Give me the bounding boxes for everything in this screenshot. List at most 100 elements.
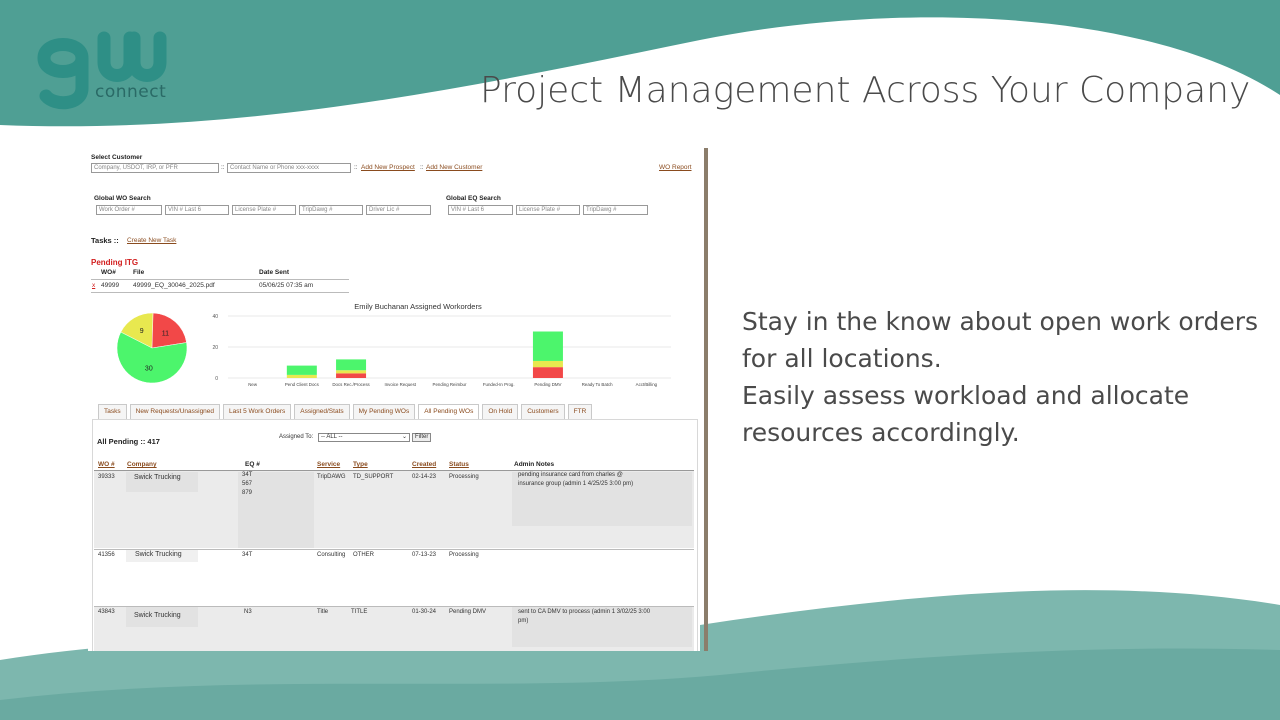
bar-segment [286,374,317,378]
itg-remove-link[interactable]: x [92,282,95,289]
add-new-customer-link[interactable]: Add New Customer [426,164,482,171]
add-new-prospect-link[interactable]: Add New Prospect [361,164,415,171]
x-tick-label: Acct/Billing [636,382,658,387]
pie-slice-label: 30 [145,366,153,373]
row-status: Pending DMV [449,609,487,615]
col-header-admin-notes: Admin Notes [514,461,555,468]
row-created: 01-30-24 [412,609,437,615]
row-company[interactable]: Swick Trucking [134,612,181,619]
row-wo-number[interactable]: 39333 [98,474,115,480]
itg-wo-number: 49999 [101,282,120,289]
bar-segment [532,360,563,368]
driver-lic-input[interactable]: Driver Lic # [366,205,431,215]
tab-all-pending-wos[interactable]: All Pending WOs [418,404,480,419]
itg-header-date: Date Sent [259,269,289,276]
col-header-status[interactable]: Status [449,461,469,468]
description-line: Easily assess workload and allocate [742,381,1190,410]
tab-assigned-stats[interactable]: Assigned/Stats [294,404,350,419]
separator: :: [221,164,225,171]
eq-tripdawg-input[interactable]: TripDawg # [583,205,648,215]
tab-ftr[interactable]: FTR [567,404,593,419]
wo-number-input[interactable]: Work Order # [96,205,162,215]
eq-vin-input[interactable]: VIN # Last 6 [448,205,513,215]
bar-segment [532,331,563,361]
row-created: 02-14-23 [412,474,437,480]
assigned-to-select[interactable]: -- ALL -- ⌄ [318,433,410,442]
description-line: for all locations. [742,344,942,373]
x-tick-label: Docs Rec./Process [332,382,370,387]
x-tick-label: New [248,382,258,387]
row-eq: N3 [244,609,252,615]
tripdawg-input[interactable]: TripDawg # [299,205,363,215]
pie-slice-label: 11 [162,330,169,337]
x-tick-label: Ready To Batch [582,382,613,387]
create-new-task-link[interactable]: Create New Task [127,237,176,244]
row-created: 07-13-23 [412,552,437,558]
row-type: TD_SUPPORT [353,474,394,480]
row-service: Title [317,609,329,615]
x-tick-label: Invoice Request [385,382,417,387]
x-tick-label: Funded-In Prog. [483,382,515,387]
col-header-wo[interactable]: WO # [98,461,115,468]
logo-subtitle: connect [95,82,167,102]
row-status: Processing [449,552,479,558]
row-eq: 567 [242,481,253,487]
bar-segment [336,373,367,378]
col-header-type[interactable]: Type [353,461,368,468]
itg-date-sent: 05/06/25 07:35 am [259,282,314,289]
itg-header-file: File [133,269,145,276]
col-header-service[interactable]: Service [317,461,340,468]
assigned-to-label: Assigned To: [279,434,314,440]
tab-customers[interactable]: Customers [521,404,565,419]
row-notes: pm) [518,618,529,624]
wo-report-link[interactable]: WO Report [659,164,692,171]
filter-button[interactable]: Filter [412,433,432,442]
y-tick-label: 20 [212,345,218,351]
row-type: OTHER [353,552,374,558]
app-screenshot: Select Customer Company, USDOT, IRP, or … [88,148,700,651]
tab-on-hold[interactable]: On Hold [482,404,519,419]
row-wo-number[interactable]: 43843 [98,609,115,615]
bar-segment [336,370,367,374]
col-header-created[interactable]: Created [412,461,436,468]
tab-last-5-work-orders[interactable]: Last 5 Work Orders [223,404,292,419]
row-status: Processing [449,474,479,480]
vin-input[interactable]: VIN # Last 6 [165,205,229,215]
bar-segment [336,359,367,371]
assigned-workorders-bar-chart: Emily Buchanan Assigned Workorders 40 20 0 N… [212,302,671,387]
col-header-eq: EQ # [245,461,260,468]
global-wo-search-label: Global WO Search [94,195,151,202]
company-search-input[interactable]: Company, USDOT, IRP, or PFR [91,163,219,173]
tab-tasks[interactable]: Tasks [98,404,127,419]
tab-my-pending-wos[interactable]: My Pending WOs [352,404,416,419]
row-eq: 34T [242,472,253,478]
pie-slice-label: 9 [140,328,144,335]
bar-segment [286,365,317,375]
global-eq-search-label: Global EQ Search [446,195,501,202]
chart-title: Emily Buchanan Assigned Workorders [354,302,482,311]
description-text: Stay in the know about open work orders … [742,303,1272,451]
pie-slice [151,312,187,349]
select-customer-label: Select Customer [91,154,143,161]
tasks-label: Tasks :: [91,236,119,245]
description-line: resources accordingly. [742,418,1020,447]
itg-file-name: 49999_EQ_30046_2025.pdf [133,282,215,289]
tab-new-requests[interactable]: New Requests/Unassigned [129,404,221,419]
contact-search-input[interactable]: Contact Name or Phone xxx-xxxx [227,163,351,173]
description-line: Stay in the know about open work orders [742,307,1259,336]
row-company[interactable]: Swick Trucking [135,551,182,558]
row-eq: 879 [242,490,253,496]
itg-header-rule [91,279,349,280]
separator: :: [354,164,358,171]
row-notes: insurance group (admin 1 4/25/25 3:00 pm… [518,481,634,487]
row-wo-number[interactable]: 41356 [98,552,115,558]
page-headline: Project Management Across Your Company [480,70,1251,111]
assigned-to-value: -- ALL -- [321,434,343,440]
eq-license-plate-input[interactable]: License Plate # [516,205,580,215]
license-plate-input[interactable]: License Plate # [232,205,296,215]
y-tick-label: 40 [212,314,218,320]
chevron-down-icon: ⌄ [401,434,407,440]
row-company[interactable]: Swick Trucking [134,474,181,481]
row-notes: pending insurance card from charles @ [518,472,623,478]
col-header-company[interactable]: Company [127,461,157,468]
